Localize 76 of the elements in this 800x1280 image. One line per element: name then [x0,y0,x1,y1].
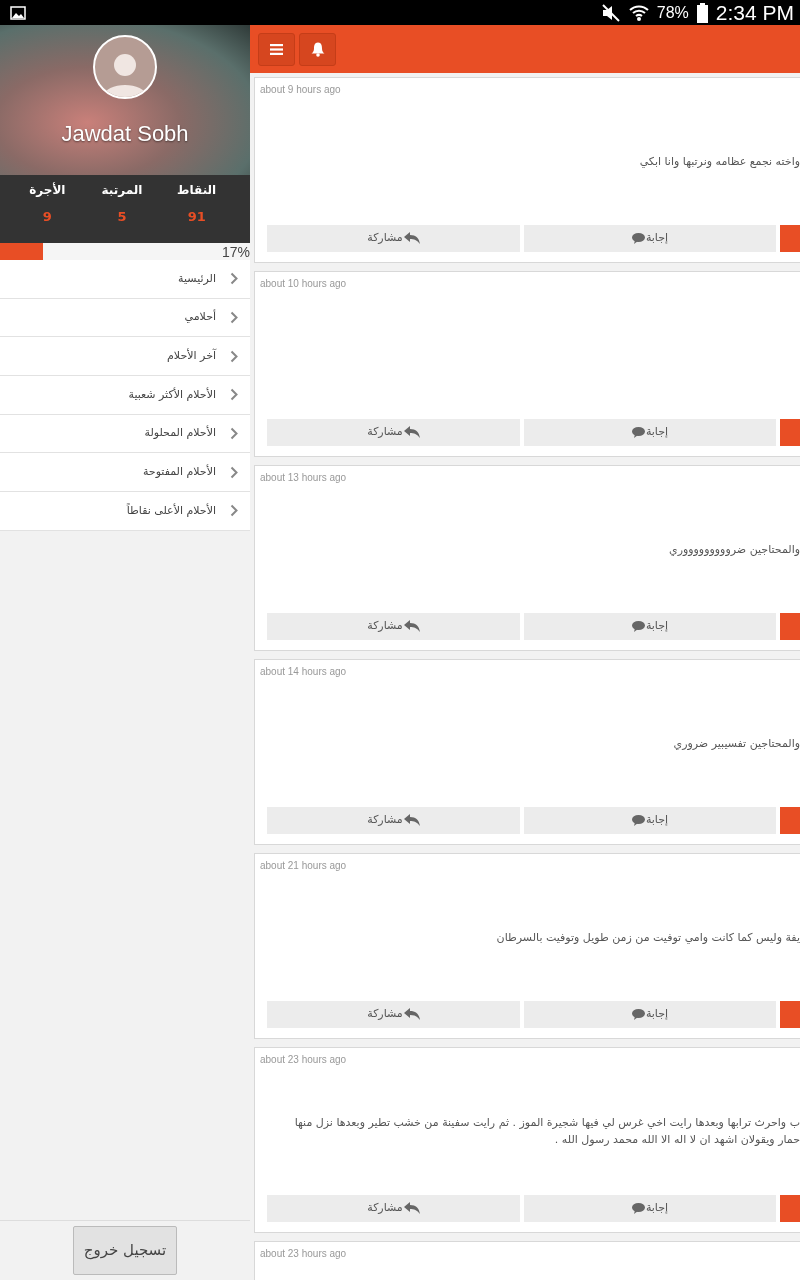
speech-bubble-icon [631,233,645,244]
post-time: about 23 hours ago [259,1053,347,1067]
answer-button[interactable]: إجابة [524,613,776,640]
profile-name: Jawdat Sobh [61,120,189,148]
progress-reading: 17% [221,243,250,262]
stat-label: المرتبة [101,182,143,199]
post-text: ب واحرث ترابها وبعدها رايت اخي غرس لي فيها شجيرة الموز . ثم رايت سفينة من خشب تطير وبعدها نزل منها [294,1115,800,1131]
share-button[interactable]: مشاركة [267,807,520,834]
stat-value: 9 [42,208,52,226]
speech-bubble-icon [631,621,645,632]
share-button[interactable]: مشاركة [267,225,520,252]
battery-icon [696,2,708,23]
logout-button[interactable]: تسجيل خروج [73,1226,177,1275]
stat-label: النقاط [177,182,217,199]
answer-button[interactable]: إجابة [524,1195,776,1222]
cut-off-action-button[interactable] [780,1001,800,1028]
reply-arrow-icon [403,232,420,245]
menu-item[interactable]: الأحلام المحلولة [0,414,250,454]
reply-arrow-icon [403,620,420,633]
menu-item[interactable]: الأحلام الأعلى نقاطاً [0,492,250,531]
post-text: والمحتاجين تفسيبير ضروري [673,735,800,752]
answer-button[interactable]: إجابة [524,807,776,834]
reply-arrow-icon [403,814,420,827]
post-time: about 9 hours ago [259,83,341,97]
chevron-icon [230,427,238,441]
speech-bubble-icon [631,1203,645,1214]
answer-button[interactable]: إجابة [524,419,776,446]
post-text: حمار ويقولان اشهد ان لا اله الا الله محمد رسول الله . [554,1132,800,1148]
answer-button[interactable]: إجابة [524,1001,776,1028]
reply-arrow-icon [403,1202,420,1215]
post-time: about 10 hours ago [259,277,347,291]
cut-off-action-button[interactable] [780,225,800,252]
cut-off-action-button[interactable] [780,807,800,834]
clock-time: 2:34 PM [715,2,794,23]
post-text: والمحتاجين ضروووووووووري [669,541,800,558]
post-time: about 14 hours ago [259,665,347,679]
stat-value: 91 [187,208,206,226]
share-button[interactable]: مشاركة [267,1195,520,1222]
menu-item[interactable]: الأحلام الأكثر شعبية [0,376,250,415]
stat-label: الأجرة [29,181,66,199]
reply-arrow-icon [403,1008,420,1021]
chevron-icon [230,388,238,402]
chevron-icon [230,504,238,518]
cut-off-action-button[interactable] [780,419,800,446]
wifi-icon [628,2,649,23]
battery-percent: 78% [656,2,689,23]
answer-button[interactable]: إجابة [524,225,776,252]
share-button[interactable]: مشاركة [267,1001,520,1028]
cut-off-action-button[interactable] [780,613,800,640]
post-time: about 23 hours ago [259,1247,347,1261]
speech-bubble-icon [631,1009,645,1020]
share-button[interactable]: مشاركة [267,419,520,446]
chevron-icon [230,311,238,325]
post-time: about 13 hours ago [259,471,347,485]
menu-item[interactable]: آخر الأحلام [0,337,250,377]
reply-arrow-icon [403,426,420,439]
speech-bubble-icon [631,815,645,826]
cut-off-action-button[interactable] [780,1195,800,1222]
post-text: واخته نجمع عظامه ونرتبها وانا ابكي [639,153,800,170]
mute-icon [600,3,621,22]
speech-bubble-icon [631,427,645,438]
bell-icon [310,41,325,57]
post-text: يفة وليس كما كانت وامي توفيت من زمن طويل وتوفيت بالسرطان [496,929,800,946]
gallery-icon [10,5,26,20]
stat-value: 5 [117,208,127,226]
chevron-icon [230,272,238,286]
chevron-icon [230,349,238,363]
menu-icon [270,43,283,55]
menu-item[interactable]: الرئيسية [0,260,250,299]
share-button[interactable]: مشاركة [267,613,520,640]
notifications-button[interactable] [299,32,336,66]
post-time: about 21 hours ago [259,859,347,873]
chevron-icon [230,465,238,479]
menu-item[interactable]: أحلامي [0,298,250,338]
menu-button[interactable] [258,32,295,66]
menu-item[interactable]: الأحلام المفتوحة [0,453,250,493]
